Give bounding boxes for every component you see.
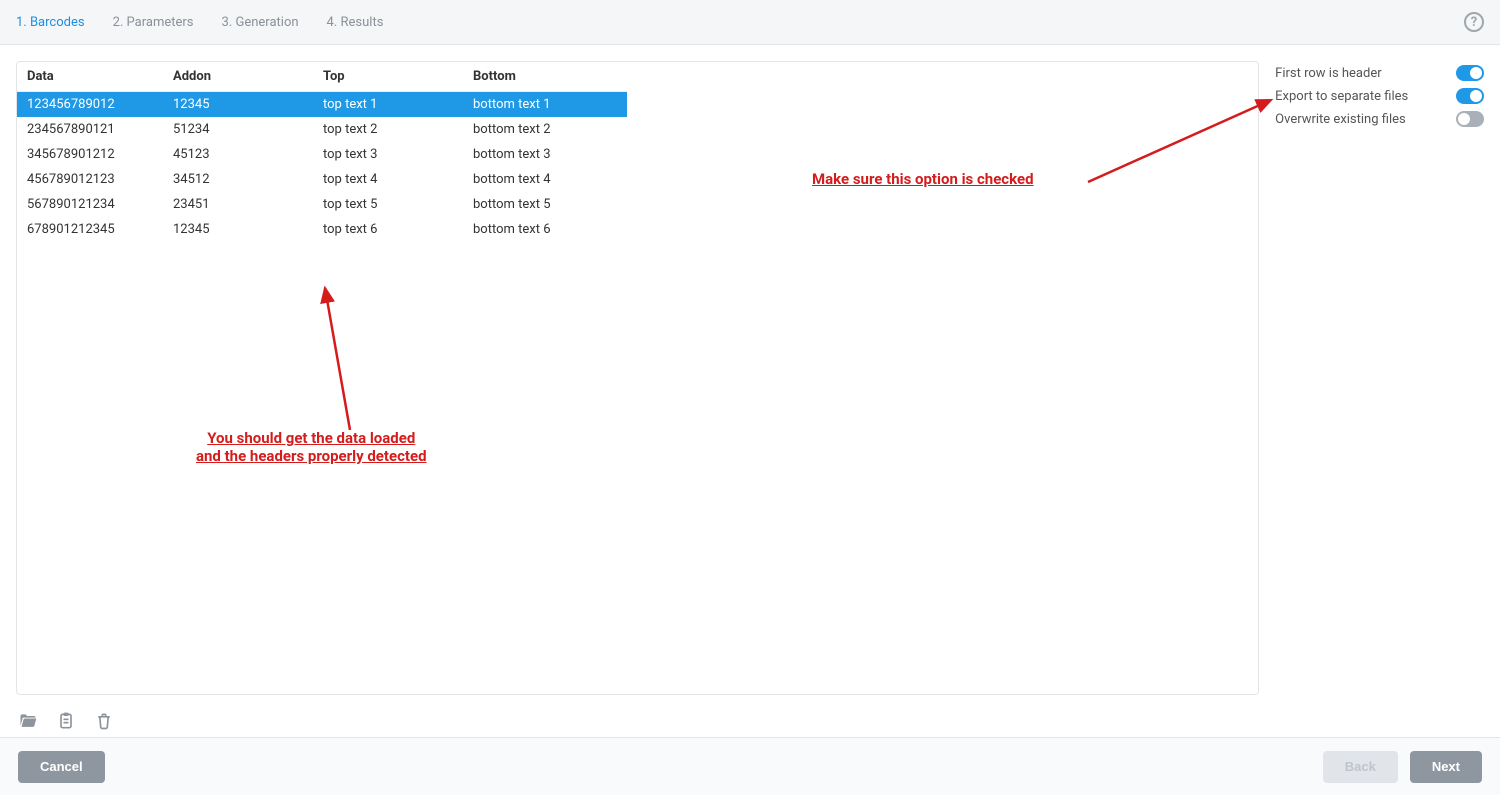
table-cell: 34512 — [167, 167, 317, 192]
table-cell: 567890121234 — [17, 192, 167, 217]
option-row: Export to separate files — [1275, 88, 1484, 104]
column-header[interactable]: Data — [17, 62, 167, 92]
table-row[interactable]: 23456789012151234top text 2bottom text 2 — [17, 117, 627, 142]
table-cell: 45123 — [167, 142, 317, 167]
table-row[interactable]: 34567890121245123top text 3bottom text 3 — [17, 142, 627, 167]
annotation-bottom-line2: and the headers properly detected — [196, 447, 427, 465]
table-cell: top text 5 — [317, 192, 467, 217]
table-cell: 12345 — [167, 217, 317, 242]
option-label: Export to separate files — [1275, 89, 1408, 104]
table-cell: top text 3 — [317, 142, 467, 167]
table-cell: 123456789012 — [17, 92, 167, 118]
option-label: First row is header — [1275, 66, 1381, 81]
trash-icon[interactable] — [94, 711, 114, 731]
table-cell: bottom text 3 — [467, 142, 627, 167]
table-row[interactable]: 56789012123423451top text 5bottom text 5 — [17, 192, 627, 217]
option-toggle[interactable] — [1456, 65, 1484, 81]
column-header[interactable]: Addon — [167, 62, 317, 92]
column-header[interactable]: Bottom — [467, 62, 627, 92]
wizard-steps-bar: 1. Barcodes 2. Parameters 3. Generation 4. … — [0, 0, 1500, 45]
table-cell: 345678901212 — [17, 142, 167, 167]
table-cell: top text 6 — [317, 217, 467, 242]
table-cell: bottom text 4 — [467, 167, 627, 192]
table-cell: 23451 — [167, 192, 317, 217]
option-toggle[interactable] — [1456, 88, 1484, 104]
option-toggle[interactable] — [1456, 111, 1484, 127]
cancel-button[interactable]: Cancel — [18, 751, 105, 783]
back-button: Back — [1323, 751, 1398, 783]
wizard-steps: 1. Barcodes 2. Parameters 3. Generation 4. … — [16, 15, 383, 30]
help-icon[interactable]: ? — [1464, 12, 1484, 32]
open-folder-icon[interactable] — [18, 711, 38, 731]
column-header[interactable]: Top — [317, 62, 467, 92]
options-panel: First row is header Export to separate fi… — [1275, 61, 1484, 695]
next-button[interactable]: Next — [1410, 751, 1482, 783]
annotation-bottom-line1: You should get the data loaded — [196, 429, 427, 447]
annotation-bottom: You should get the data loaded and the h… — [196, 429, 427, 465]
table-row[interactable]: 67890121234512345top text 6bottom text 6 — [17, 217, 627, 242]
table-cell: top text 1 — [317, 92, 467, 118]
table-cell: bottom text 2 — [467, 117, 627, 142]
table-cell: 678901212345 — [17, 217, 167, 242]
table-cell: bottom text 6 — [467, 217, 627, 242]
table-tools — [0, 711, 1500, 737]
option-row: Overwrite existing files — [1275, 111, 1484, 127]
option-row: First row is header — [1275, 65, 1484, 81]
data-table: DataAddonTopBottom 12345678901212345top … — [17, 62, 627, 242]
table-cell: top text 2 — [317, 117, 467, 142]
clipboard-icon[interactable] — [56, 711, 76, 731]
table-cell: top text 4 — [317, 167, 467, 192]
option-label: Overwrite existing files — [1275, 112, 1406, 127]
table-cell: 456789012123 — [17, 167, 167, 192]
wizard-step-1[interactable]: 1. Barcodes — [16, 15, 85, 30]
table-cell: bottom text 1 — [467, 92, 627, 118]
table-row[interactable]: 45678901212334512top text 4bottom text 4 — [17, 167, 627, 192]
annotation-right: Make sure this option is checked — [812, 170, 1034, 188]
footer-bar: Cancel Back Next — [0, 737, 1500, 795]
table-cell: 234567890121 — [17, 117, 167, 142]
table-cell: 12345 — [167, 92, 317, 118]
table-cell: 51234 — [167, 117, 317, 142]
wizard-step-2[interactable]: 2. Parameters — [113, 15, 194, 30]
table-row[interactable]: 12345678901212345top text 1bottom text 1 — [17, 92, 627, 118]
wizard-step-4[interactable]: 4. Results — [327, 15, 384, 30]
data-table-panel: DataAddonTopBottom 12345678901212345top … — [16, 61, 1259, 695]
wizard-step-3[interactable]: 3. Generation — [222, 15, 299, 30]
table-cell: bottom text 5 — [467, 192, 627, 217]
